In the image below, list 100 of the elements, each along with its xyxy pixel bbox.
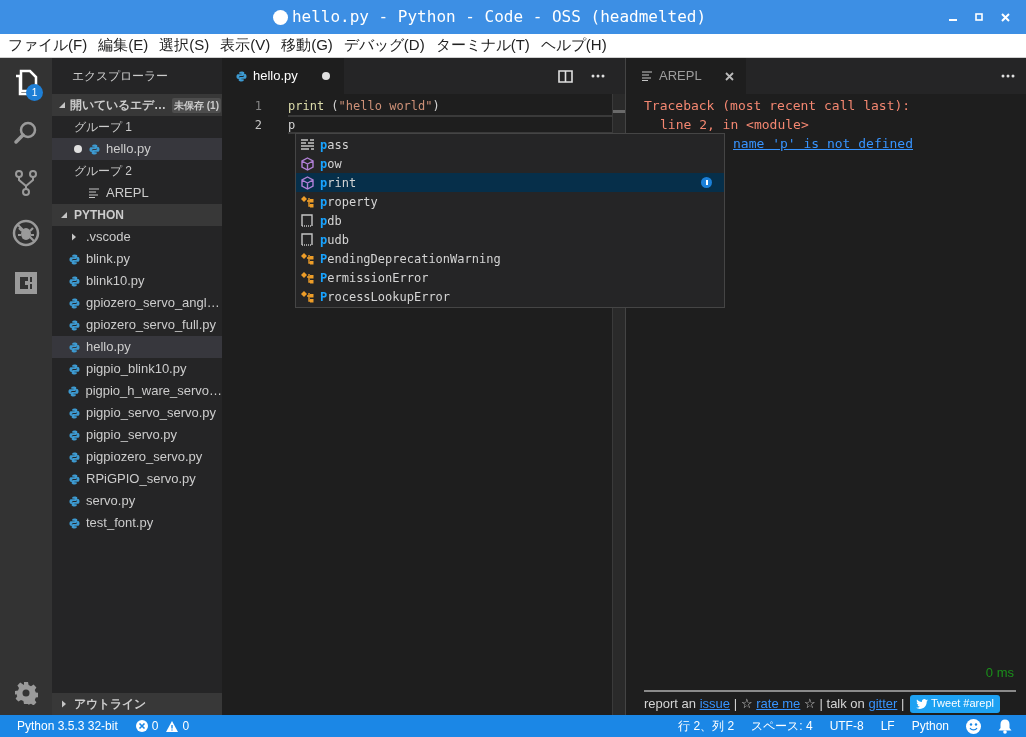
menu-item[interactable]: ファイル(F) xyxy=(8,34,88,57)
lines-icon xyxy=(88,188,100,198)
suggestion-item[interactable]: pass xyxy=(296,135,724,154)
branch-icon[interactable] xyxy=(14,169,38,197)
file-tree-item[interactable]: gpiozero_servo_full.py xyxy=(52,314,222,336)
status-item[interactable]: スペース: 4 xyxy=(751,717,813,735)
file-name: pigpio_h_ware_servo… xyxy=(85,382,222,401)
file-type-icon xyxy=(68,407,80,419)
class-icon xyxy=(300,195,314,208)
menu-item[interactable]: ヘルプ(H) xyxy=(540,34,607,57)
section-title: 開いているエデ… xyxy=(70,97,166,114)
file-name: hello.py xyxy=(106,140,151,159)
extensions-icon[interactable] xyxy=(14,271,38,295)
more-icon[interactable] xyxy=(591,74,605,78)
file-tree-item[interactable]: gpiozero_servo_angl… xyxy=(52,292,222,314)
file-tree-item[interactable]: hello.py xyxy=(52,336,222,358)
close-icon[interactable] xyxy=(725,71,734,81)
file-tree-item[interactable]: blink10.py xyxy=(52,270,222,292)
suggestion-item[interactable]: print xyxy=(296,173,724,192)
file-name: RPiGPIO_servo.py xyxy=(86,470,196,489)
file-tree-item[interactable]: test_font.py xyxy=(52,512,222,534)
settings-icon[interactable] xyxy=(14,681,38,705)
error-count[interactable]: 0 xyxy=(151,717,159,735)
file-tree-item[interactable]: RPiGPIO_servo.py xyxy=(52,468,222,490)
file-type-icon xyxy=(68,297,80,309)
editor-tab[interactable]: AREPL xyxy=(626,58,746,94)
menu-item[interactable]: 編集(E) xyxy=(98,34,149,57)
menu-item[interactable]: ターミナル(T) xyxy=(435,34,530,57)
suggestion-item[interactable]: pow xyxy=(296,154,724,173)
file-name: pigpiozero_servo.py xyxy=(86,448,203,467)
info-icon[interactable] xyxy=(701,177,712,188)
file-name: pigpio_servo_servo.py xyxy=(86,404,217,423)
status-item[interactable]: UTF-8 xyxy=(829,717,864,735)
collapsed-caret-icon[interactable] xyxy=(60,700,68,708)
unsaved-badge: 未保存 (1) xyxy=(172,97,221,113)
footer-link[interactable]: gitter xyxy=(868,695,898,711)
more-icon[interactable] xyxy=(1001,74,1015,78)
interpreter-status[interactable]: Python 3.5.3 32-bit xyxy=(17,717,118,735)
file-type-icon xyxy=(236,70,247,82)
file-type-icon xyxy=(68,363,80,375)
section-header[interactable]: 開いているエデ… 未保存 (1) xyxy=(52,94,222,116)
maximize-icon[interactable] xyxy=(975,13,983,21)
file-type-icon xyxy=(68,275,80,287)
file-tree-item[interactable]: pigpio_blink10.py xyxy=(52,358,222,380)
warning-count[interactable]: 0 xyxy=(182,717,190,735)
file-type-icon xyxy=(68,341,80,353)
status-item[interactable]: LF xyxy=(880,717,895,735)
menu-item[interactable]: デバッグ(D) xyxy=(343,34,425,57)
file-type-icon xyxy=(68,429,80,441)
file-type-icon xyxy=(68,473,80,485)
window-title: hello.py - Python - Code - OSS (headmelted) xyxy=(291,6,707,28)
section-header[interactable]: PYTHON xyxy=(52,204,222,226)
suggestion-item[interactable]: PermissionError xyxy=(296,268,724,287)
footer-link[interactable]: rate me xyxy=(756,695,801,711)
split-editor-icon[interactable] xyxy=(558,69,573,83)
section-header[interactable]: アウトライン xyxy=(52,693,222,715)
error-link[interactable]: name 'p' is not defined xyxy=(733,134,913,153)
file-tree-item[interactable]: pigpiozero_servo.py xyxy=(52,446,222,468)
file-name: hello.py xyxy=(86,338,131,357)
status-item[interactable]: 行 2、列 2 xyxy=(678,717,735,735)
footer-link[interactable]: issue xyxy=(699,695,730,711)
file-tree-item[interactable]: pigpio_h_ware_servo… xyxy=(52,380,222,402)
sidebar-title: エクスプローラー xyxy=(72,68,168,85)
suggestion-item[interactable]: pudb xyxy=(296,230,724,249)
class-icon xyxy=(300,290,314,303)
file-type-icon xyxy=(68,253,80,265)
warning-icon[interactable] xyxy=(166,720,179,732)
search-icon[interactable] xyxy=(13,120,39,146)
notification-badge: 1 xyxy=(26,84,43,101)
suggestion-item[interactable]: PendingDeprecationWarning xyxy=(296,249,724,268)
file-tree-item[interactable]: pigpio_servo.py xyxy=(52,424,222,446)
error-icon[interactable] xyxy=(135,720,148,732)
menu-item[interactable]: 選択(S) xyxy=(159,34,210,57)
editor-tab[interactable]: hello.py xyxy=(222,58,344,94)
menu-item[interactable]: 表示(V) xyxy=(220,34,271,57)
suggestion-item[interactable]: pdb xyxy=(296,211,724,230)
smiley-icon[interactable] xyxy=(966,718,981,734)
expanded-caret-icon[interactable] xyxy=(58,101,66,109)
menu-item[interactable]: 移動(G) xyxy=(281,34,333,57)
collapsed-caret-icon[interactable] xyxy=(70,233,78,241)
files-icon[interactable] xyxy=(13,69,39,97)
file-name: test_font.py xyxy=(86,514,154,533)
file-tree-item[interactable]: pigpio_servo_servo.py xyxy=(52,402,222,424)
open-editor-item[interactable]: hello.py xyxy=(52,138,222,160)
suggestion-item[interactable]: ProcessLookupError xyxy=(296,287,724,306)
class-icon xyxy=(300,271,314,284)
status-item[interactable]: Python xyxy=(911,717,949,735)
suggestion-item[interactable]: property xyxy=(296,192,724,211)
file-type-icon xyxy=(68,319,80,331)
open-editor-item[interactable]: AREPL xyxy=(52,182,222,204)
file-tree-item[interactable]: blink.py xyxy=(52,248,222,270)
file-name: .vscode xyxy=(86,228,131,247)
no-bug-icon[interactable] xyxy=(12,219,40,247)
bell-icon[interactable] xyxy=(998,718,1012,734)
file-tree-item[interactable]: .vscode xyxy=(52,226,222,248)
text-lines-icon xyxy=(300,138,314,151)
file-tree-item[interactable]: servo.py xyxy=(52,490,222,512)
cube-icon xyxy=(300,175,314,190)
expanded-caret-icon[interactable] xyxy=(60,211,68,219)
footer-text: report an issue | ☆ rate me ☆ | talk on gitter | xyxy=(644,694,906,713)
